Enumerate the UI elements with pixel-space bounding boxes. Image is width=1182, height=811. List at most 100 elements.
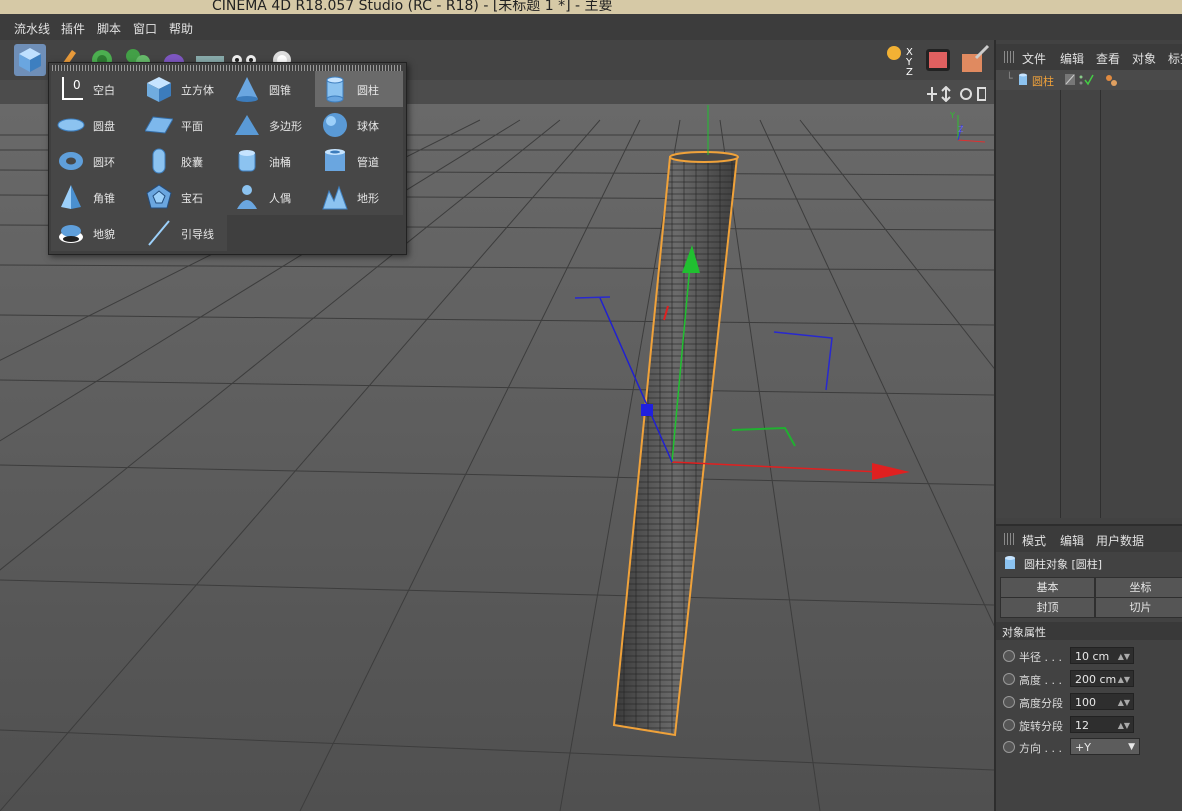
object-name[interactable]: 圆柱 — [1032, 73, 1054, 89]
palette-item-terrain[interactable]: 地形 — [315, 179, 403, 215]
render-view-button[interactable] — [922, 44, 954, 76]
property-rotation-segments: 旋转分段 12 ▲▼ — [996, 714, 1182, 736]
popup-column-4: 圆柱 球体 管道 地形 — [315, 71, 403, 215]
palette-item-landscape[interactable]: 地貌 — [51, 215, 139, 251]
om-menu-edit[interactable]: 编辑 — [1060, 50, 1084, 67]
am-menu-userdata[interactable]: 用户数据 — [1096, 532, 1144, 549]
object-manager-menu: 文件 编辑 查看 对象 标签 — [996, 44, 1182, 70]
oil-tank-icon — [238, 150, 256, 172]
world-axis-icon: XYZ — [887, 46, 913, 78]
cylinder-icon — [1005, 556, 1015, 569]
object-palette-popup: 0 空白 圆盘 圆环 角锥 地貌 立方体 平面 胶囊 宝石 引导线 圆锥 多边形… — [48, 62, 407, 255]
property-value: 200 cm — [1075, 673, 1117, 686]
orientation-select[interactable]: +Y ▼ — [1070, 738, 1140, 755]
right-panel: 文件 编辑 查看 对象 标签 └ 圆柱 模式 编辑 用户数据 圆柱对象 [圆柱]… — [994, 40, 1182, 811]
palette-item-platonic[interactable]: 宝石 — [139, 179, 227, 215]
plane-icon — [145, 116, 173, 134]
panel-grip[interactable] — [1004, 533, 1014, 545]
palette-label: 宝石 — [181, 192, 203, 205]
palette-item-sphere[interactable]: 球体 — [315, 107, 403, 143]
cone-icon — [236, 77, 258, 102]
palette-label: 角锥 — [93, 192, 115, 205]
palette-item-pyramid[interactable]: 角锥 — [51, 179, 139, 215]
height-segments-input[interactable]: 100 ▲▼ — [1070, 693, 1134, 710]
world-axis-button[interactable]: XYZ — [884, 44, 916, 78]
menu-pipeline[interactable]: 流水线 — [14, 20, 50, 37]
om-menu-object[interactable]: 对象 — [1132, 50, 1156, 67]
render-settings-icon — [962, 44, 990, 72]
animate-radio[interactable] — [1003, 673, 1015, 685]
popup-column-3: 圆锥 多边形 油桶 人偶 — [227, 71, 315, 215]
view-axis-label-y: Y — [949, 111, 955, 120]
menu-window[interactable]: 窗口 — [133, 20, 157, 37]
radius-input[interactable]: 10 cm ▲▼ — [1070, 647, 1134, 664]
am-menu-edit[interactable]: 编辑 — [1060, 532, 1084, 549]
animate-radio[interactable] — [1003, 719, 1015, 731]
object-row-cylinder[interactable]: └ 圆柱 — [996, 70, 1182, 90]
view-navigation-icons[interactable] — [926, 86, 986, 102]
tab-coord[interactable]: 坐标 — [1095, 577, 1182, 598]
palette-item-capsule[interactable]: 胶囊 — [139, 143, 227, 179]
tab-basic[interactable]: 基本 — [1000, 577, 1095, 598]
palette-label: 空白 — [93, 84, 115, 97]
animate-radio[interactable] — [1003, 741, 1015, 753]
property-value: +Y — [1075, 741, 1091, 754]
palette-item-torus[interactable]: 圆环 — [51, 143, 139, 179]
palette-item-null[interactable]: 0 空白 — [51, 71, 139, 107]
property-label: 方向 . . . — [1019, 742, 1062, 755]
cube-tool-button[interactable] — [14, 44, 46, 76]
guide-icon — [148, 220, 170, 246]
property-value: 10 cm — [1075, 650, 1110, 663]
material-tag-icon[interactable] — [1104, 73, 1120, 87]
menu-help[interactable]: 帮助 — [169, 20, 193, 37]
panel-grip[interactable] — [1004, 51, 1014, 63]
palette-item-tube[interactable]: 管道 — [315, 143, 403, 179]
palette-label: 多边形 — [269, 120, 302, 133]
disc-icon — [57, 118, 85, 132]
animate-radio[interactable] — [1003, 650, 1015, 662]
cube-icon — [19, 48, 41, 72]
rotation-segments-input[interactable]: 12 ▲▼ — [1070, 716, 1134, 733]
menu-plugins[interactable]: 插件 — [61, 20, 85, 37]
tab-caps[interactable]: 封顶 — [1000, 597, 1095, 618]
am-menu-mode[interactable]: 模式 — [1022, 532, 1046, 549]
animate-radio[interactable] — [1003, 696, 1015, 708]
palette-item-figure[interactable]: 人偶 — [227, 179, 315, 215]
view-axis-label-z: Z — [958, 125, 964, 134]
palette-item-disc[interactable]: 圆盘 — [51, 107, 139, 143]
palette-item-guide[interactable]: 引导线 — [139, 215, 227, 251]
palette-item-plane[interactable]: 平面 — [139, 107, 227, 143]
torus-icon — [59, 152, 83, 170]
palette-item-polygon[interactable]: 多边形 — [227, 107, 315, 143]
visibility-icons[interactable] — [1064, 73, 1094, 87]
render-settings-button[interactable] — [958, 44, 990, 76]
palette-label: 立方体 — [181, 84, 214, 97]
om-menu-view[interactable]: 查看 — [1096, 50, 1120, 67]
palette-label: 地貌 — [93, 228, 115, 241]
stepper-icon[interactable]: ▲▼ — [1118, 694, 1130, 711]
property-value: 100 — [1075, 696, 1096, 709]
palette-label: 胶囊 — [181, 156, 203, 169]
stepper-icon[interactable]: ▲▼ — [1118, 671, 1130, 688]
title-bar: CINEMA 4D R18.057 Studio (RC - R18) - [未… — [0, 0, 1182, 14]
menu-script[interactable]: 脚本 — [97, 20, 121, 37]
height-input[interactable]: 200 cm ▲▼ — [1070, 670, 1134, 687]
property-orientation: 方向 . . . +Y ▼ — [996, 736, 1182, 758]
palette-label: 管道 — [357, 156, 379, 169]
palette-item-oil-tank[interactable]: 油桶 — [227, 143, 315, 179]
om-menu-tags[interactable]: 标签 — [1168, 50, 1182, 67]
stepper-icon[interactable]: ▲▼ — [1118, 648, 1130, 665]
stepper-icon[interactable]: ▲▼ — [1118, 717, 1130, 734]
tab-slice[interactable]: 切片 — [1095, 597, 1182, 618]
om-menu-file[interactable]: 文件 — [1022, 50, 1046, 67]
cube-icon — [147, 77, 171, 102]
pyramid-icon — [61, 185, 81, 209]
axis-label-z: Z — [906, 67, 913, 76]
palette-label: 平面 — [181, 120, 203, 133]
palette-item-cylinder[interactable]: 圆柱 — [315, 71, 403, 107]
polygon-icon — [235, 115, 259, 135]
palette-item-cube[interactable]: 立方体 — [139, 71, 227, 107]
property-label: 高度分段 — [1019, 697, 1063, 710]
section-header: 对象属性 — [996, 622, 1182, 640]
palette-item-cone[interactable]: 圆锥 — [227, 71, 315, 107]
